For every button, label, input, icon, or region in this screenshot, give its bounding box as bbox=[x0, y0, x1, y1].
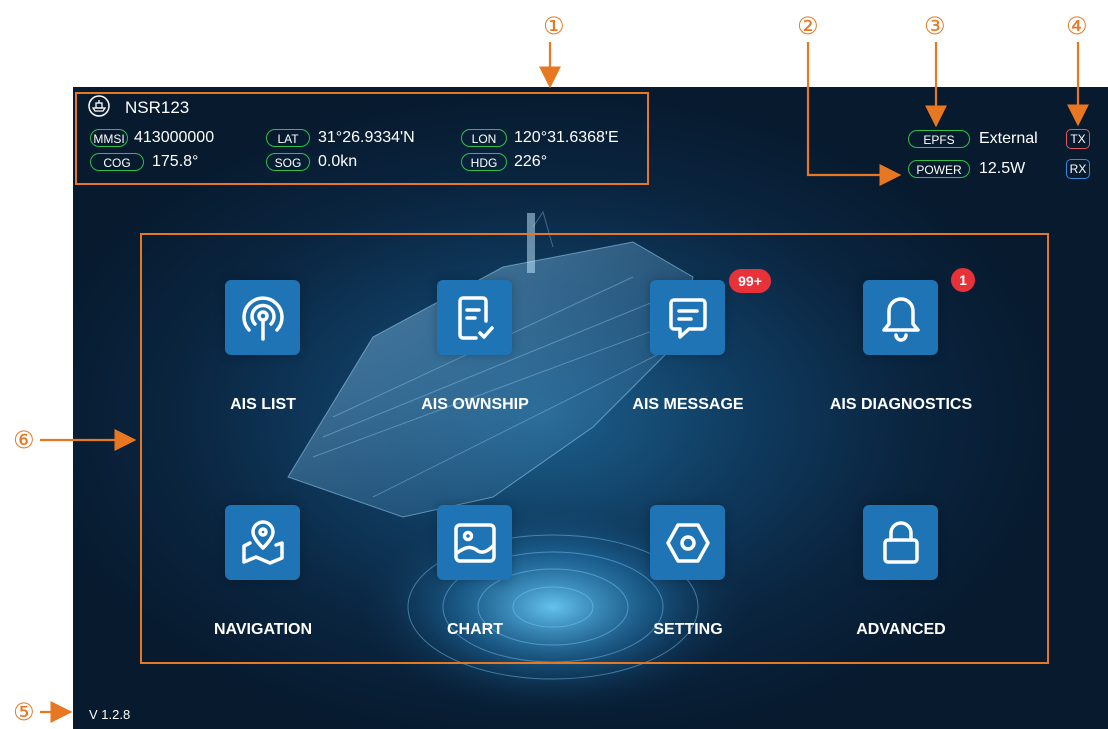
annotation-arrows bbox=[40, 42, 1089, 723]
